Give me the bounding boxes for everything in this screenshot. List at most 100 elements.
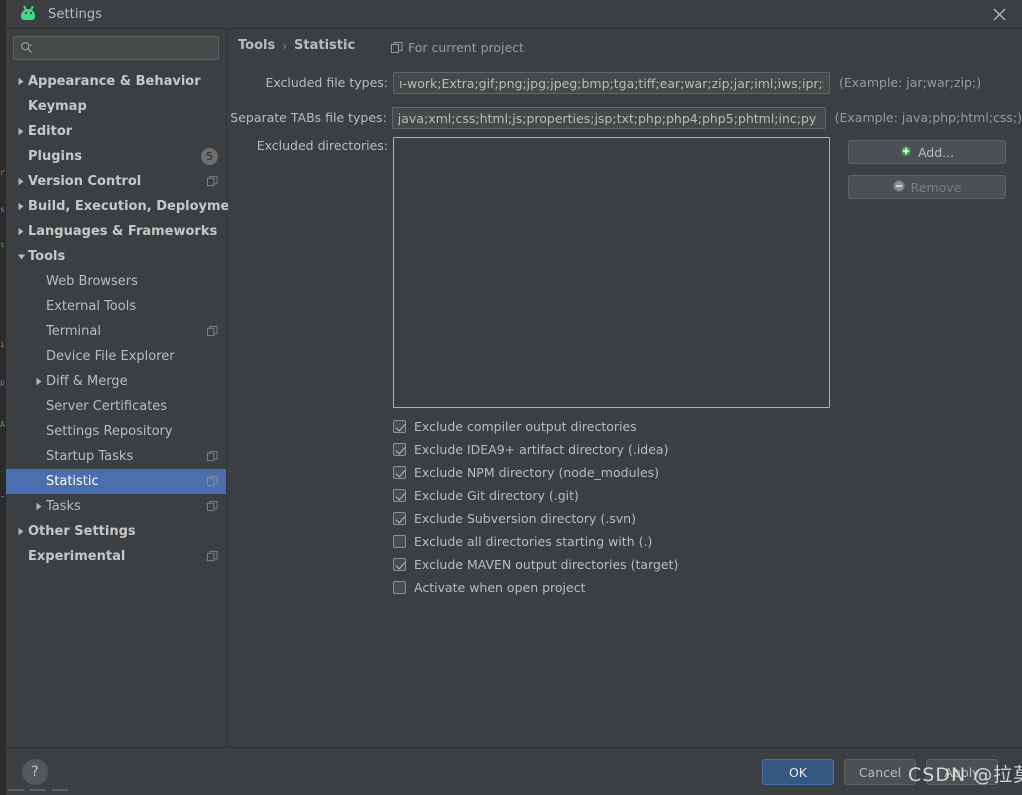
sidebar-item-label: Plugins xyxy=(28,149,82,164)
backdrop-artifact: - xyxy=(0,492,5,501)
sidebar-item-label: Languages & Frameworks xyxy=(28,224,218,239)
breadcrumb-parent[interactable]: Tools xyxy=(238,38,275,53)
separate-tabs-file-types-input[interactable] xyxy=(391,107,826,129)
checkbox-row[interactable]: Exclude Git directory (.git) xyxy=(393,484,678,507)
separate-tabs-file-types-label: Separate TABs file types: xyxy=(230,110,387,125)
checkbox-label: Exclude all directories starting with (.… xyxy=(414,534,653,549)
excluded-file-types-hint: (Example: jar;war;zip;) xyxy=(839,75,982,90)
project-scope-icon xyxy=(207,476,218,487)
checkbox-row[interactable]: Exclude Subversion directory (.svn) xyxy=(393,507,678,530)
excluded-file-types-input[interactable] xyxy=(393,72,830,94)
sidebar-item-other-settings[interactable]: Other Settings xyxy=(6,519,226,544)
sidebar-item-editor[interactable]: Editor xyxy=(6,119,226,144)
sidebar-item-label: Editor xyxy=(28,124,73,139)
excluded-directories-label: Excluded directories: xyxy=(256,138,388,153)
ok-button-label: OK xyxy=(788,764,808,780)
excluded-file-types-label: Excluded file types: xyxy=(265,75,388,90)
excluded-directories-textarea[interactable] xyxy=(393,137,830,408)
sidebar-item-web-browsers[interactable]: Web Browsers xyxy=(6,269,226,294)
project-scope-icon xyxy=(207,501,218,512)
chevron-right-icon[interactable] xyxy=(14,527,28,536)
checkbox-checked-icon[interactable] xyxy=(393,420,406,433)
sidebar-item-label: Keymap xyxy=(28,99,87,114)
checkbox-row[interactable]: Exclude NPM directory (node_modules) xyxy=(393,461,678,484)
remove-button[interactable]: Remove xyxy=(848,175,1006,199)
checkbox-unchecked-icon[interactable] xyxy=(393,581,406,594)
settings-dialog: r s s i p A - Settings Appearance & Beha… xyxy=(0,0,1022,795)
sidebar-item-version-control[interactable]: Version Control xyxy=(6,169,226,194)
backdrop-artifact: A xyxy=(0,420,5,429)
sidebar-item-appearance-behavior[interactable]: Appearance & Behavior xyxy=(6,69,226,94)
sidebar-item-external-tools[interactable]: External Tools xyxy=(6,294,226,319)
project-scope-icon xyxy=(207,326,218,337)
sidebar-item-label: Tasks xyxy=(46,499,81,514)
sidebar-item-tasks[interactable]: Tasks xyxy=(6,494,226,519)
cancel-button-label: Cancel xyxy=(858,764,902,780)
sidebar-item-label: Tools xyxy=(28,249,66,264)
sidebar-item-startup-tasks[interactable]: Startup Tasks xyxy=(6,444,226,469)
chevron-right-icon[interactable] xyxy=(14,227,28,236)
settings-tree: Appearance & Behavior Keymap Editor Plugins… xyxy=(6,69,245,569)
checkbox-label: Exclude Git directory (.git) xyxy=(414,488,579,503)
ok-button[interactable]: OK xyxy=(762,759,834,785)
sidebar-item-settings-repository[interactable]: Settings Repository xyxy=(6,419,226,444)
search-box[interactable] xyxy=(13,36,219,60)
sidebar-item-languages-frameworks[interactable]: Languages & Frameworks xyxy=(6,219,226,244)
checkbox-checked-icon[interactable] xyxy=(393,466,406,479)
sidebar-item-label: Version Control xyxy=(28,174,142,189)
sidebar-item-label: Terminal xyxy=(46,324,101,339)
excluded-file-types-row: Excluded file types: (Example: jar;war;z… xyxy=(228,72,1022,94)
title-bar: Settings xyxy=(6,0,1022,29)
sidebar-item-label: Settings Repository xyxy=(46,424,173,439)
checkbox-checked-icon[interactable] xyxy=(393,489,406,502)
chevron-right-icon[interactable] xyxy=(14,202,28,211)
add-button-label: Add... xyxy=(917,144,955,160)
checkbox-label: Exclude IDEA9+ artifact directory (.idea… xyxy=(414,442,669,457)
separate-tabs-file-types-hint: (Example: java;php;html;css;) xyxy=(834,110,1022,125)
sidebar-item-label: Web Browsers xyxy=(46,274,138,289)
checkbox-row[interactable]: Exclude MAVEN output directories (target… xyxy=(393,553,678,576)
breadcrumb-current: Statistic xyxy=(294,38,356,53)
sidebar-item-plugins[interactable]: Plugins 5 xyxy=(6,144,226,169)
taskbar-edge-artifact xyxy=(8,789,68,791)
add-button[interactable]: Add... xyxy=(848,140,1006,164)
checkbox-unchecked-icon[interactable] xyxy=(393,535,406,548)
backdrop-artifact: s xyxy=(0,205,5,214)
checkbox-checked-icon[interactable] xyxy=(393,443,406,456)
apply-button[interactable]: Apply xyxy=(926,759,998,785)
checkbox-row[interactable]: Exclude compiler output directories xyxy=(393,415,678,438)
checkbox-checked-icon[interactable] xyxy=(393,512,406,525)
help-button-label: ? xyxy=(31,764,39,780)
search-input[interactable] xyxy=(36,38,212,58)
close-icon[interactable] xyxy=(976,0,1022,29)
copy-scope-icon xyxy=(391,41,403,54)
sidebar-item-keymap[interactable]: Keymap xyxy=(6,94,226,119)
sidebar-item-diff-merge[interactable]: Diff & Merge xyxy=(6,369,226,394)
sidebar-item-server-certificates[interactable]: Server Certificates xyxy=(6,394,226,419)
cancel-button[interactable]: Cancel xyxy=(844,759,916,785)
chevron-right-icon[interactable] xyxy=(32,377,46,386)
sidebar-item-label: Diff & Merge xyxy=(46,374,128,389)
sidebar-item-build-execution-deployment[interactable]: Build, Execution, Deployment xyxy=(6,194,245,219)
sidebar-item-experimental[interactable]: Experimental xyxy=(6,544,226,569)
checkbox-checked-icon[interactable] xyxy=(393,558,406,571)
sidebar-item-tools[interactable]: Tools xyxy=(6,244,226,269)
sidebar-item-label: Other Settings xyxy=(28,524,136,539)
checkbox-row[interactable]: Exclude all directories starting with (.… xyxy=(393,530,678,553)
chevron-right-icon[interactable] xyxy=(14,177,28,186)
sidebar-item-device-file-explorer[interactable]: Device File Explorer xyxy=(6,344,226,369)
checkbox-row[interactable]: Exclude IDEA9+ artifact directory (.idea… xyxy=(393,438,678,461)
chevron-right-icon[interactable] xyxy=(14,127,28,136)
apply-button-label: Apply xyxy=(944,764,980,780)
window-title: Settings xyxy=(48,6,103,22)
help-icon[interactable]: ? xyxy=(22,759,48,785)
scope-note-label: For current project xyxy=(408,40,524,55)
chevron-down-icon[interactable] xyxy=(14,253,28,261)
chevron-right-icon[interactable] xyxy=(32,502,46,511)
sidebar-item-statistic[interactable]: Statistic xyxy=(6,469,226,494)
checkbox-row[interactable]: Activate when open project xyxy=(393,576,678,599)
chevron-right-icon[interactable] xyxy=(14,77,28,86)
sidebar-item-terminal[interactable]: Terminal xyxy=(6,319,226,344)
sidebar-item-label: Server Certificates xyxy=(46,399,168,414)
minus-circle-icon xyxy=(892,179,905,195)
